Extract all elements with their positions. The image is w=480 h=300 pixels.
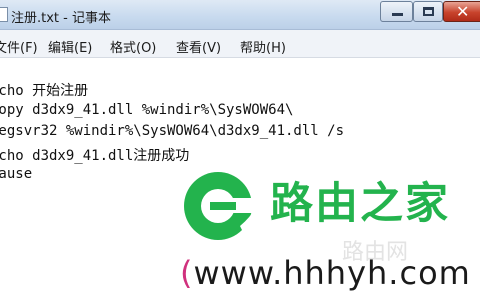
window-title: 注册.txt - 记事本 — [11, 11, 111, 26]
editor-line: pause — [0, 166, 33, 182]
maximize-icon — [423, 7, 434, 16]
maximize-button[interactable] — [413, 1, 443, 22]
title-bar: 注册.txt - 记事本 ✕ — [0, 0, 480, 30]
watermark-url-text: www.hhhyh.com — [193, 254, 471, 292]
notepad-icon — [0, 7, 8, 22]
watermark-logo-icon — [184, 172, 264, 240]
close-button[interactable]: ✕ — [443, 1, 480, 22]
watermark-paren: ( — [180, 254, 194, 292]
editor-line: echo 开始注册 — [0, 83, 89, 99]
minimize-button[interactable] — [380, 1, 413, 22]
menu-bar: 文件(F) 编辑(E) 格式(O) 查看(V) 帮助(H) — [0, 30, 480, 58]
menu-file[interactable]: 文件(F) — [0, 37, 38, 56]
editor-line: echo d3dx9_41.dll注册成功 — [0, 148, 190, 164]
watermark-brand: 路由之家 — [270, 179, 450, 229]
menu-edit[interactable]: 编辑(E) — [48, 37, 92, 56]
watermark-url: (www.hhhyh.com — [180, 254, 471, 292]
menu-view[interactable]: 查看(V) — [176, 37, 221, 56]
editor-line: copy d3dx9_41.dll %windir%\SysWOW64\ — [0, 102, 294, 118]
editor-line: regsvr32 %windir%\SysWOW64\d3dx9_41.dll … — [0, 123, 345, 139]
menu-help[interactable]: 帮助(H) — [240, 37, 286, 56]
minimize-icon — [392, 13, 403, 16]
close-icon: ✕ — [456, 2, 470, 21]
menu-format[interactable]: 格式(O) — [110, 37, 156, 56]
